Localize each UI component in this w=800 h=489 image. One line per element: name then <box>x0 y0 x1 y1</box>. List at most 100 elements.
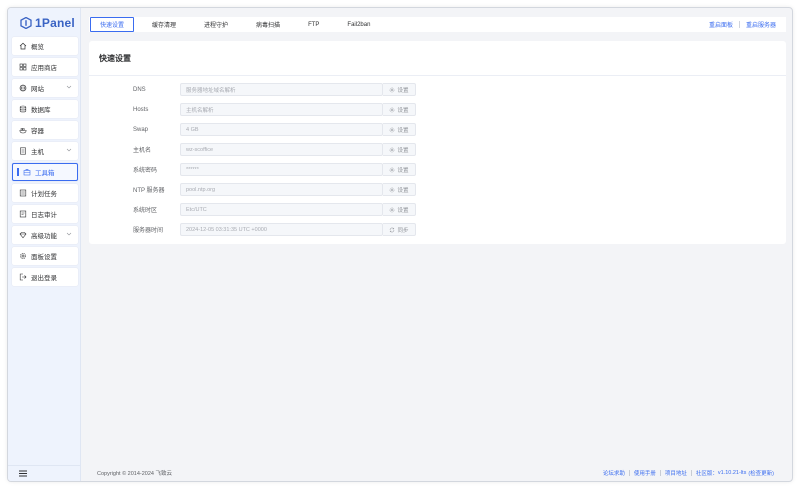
sidebar-item-logout[interactable]: 退出登录 <box>12 268 78 286</box>
sidebar-item-container[interactable]: 容器 <box>12 121 78 139</box>
tab-virus-scan[interactable]: 病毒扫描 <box>246 17 290 32</box>
timezone-settings-button[interactable]: 设置 <box>383 203 416 216</box>
setting-label: Hosts <box>133 106 149 113</box>
sidebar: 1Panel 概览 应用商店 网站 数据库 容器 主机 工具箱 计划任务 日志审… <box>8 8 81 481</box>
button-label: 设置 <box>397 147 409 154</box>
sidebar-item-label: 面板设置 <box>31 254 57 261</box>
sidebar-item-toolbox[interactable]: 工具箱 <box>12 163 78 181</box>
sidebar-item-label: 高级功能 <box>31 233 57 240</box>
list-icon <box>19 189 27 197</box>
setting-label: Swap <box>133 126 149 133</box>
logout-icon <box>19 273 27 281</box>
diamond-icon <box>19 231 27 239</box>
setting-label: 系统时区 <box>133 208 158 214</box>
toolbox-icon <box>23 168 31 176</box>
tab-supervisor[interactable]: 进程守护 <box>194 17 238 32</box>
setting-row-hostname: 主机名 wz-scoffice 设置 <box>89 143 786 156</box>
docs-link[interactable]: 使用手册 <box>634 469 656 477</box>
divider <box>628 470 630 476</box>
setting-row-ntp: NTP 服务器 pool.ntp.org 设置 <box>89 183 786 196</box>
swap-field: 4 GB <box>180 123 383 136</box>
sidebar-item-app-store[interactable]: 应用商店 <box>12 58 78 76</box>
sidebar-item-cron[interactable]: 计划任务 <box>12 184 78 202</box>
card-title: 快速设置 <box>99 54 131 63</box>
sidebar-item-label: 数据库 <box>31 107 51 114</box>
edition-label: 社区版： <box>695 471 718 477</box>
forum-link[interactable]: 论坛求助 <box>603 469 625 477</box>
ntp-settings-button[interactable]: 设置 <box>383 183 416 196</box>
sidebar-item-label: 退出登录 <box>31 275 57 282</box>
sidebar-item-label: 日志审计 <box>31 212 57 219</box>
setting-label: 服务器时间 <box>133 228 164 234</box>
hosts-settings-button[interactable]: 设置 <box>383 103 416 116</box>
copyright-text: Copyright © 2014-2024 飞致云 <box>97 471 172 477</box>
tab-ftp[interactable]: FTP <box>298 17 329 32</box>
restart-panel-link[interactable]: 重启面板 <box>709 20 733 29</box>
footer-links: 论坛求助 使用手册 项目地址 社区版： v1.10.21-lts (检查更新) <box>603 469 786 477</box>
logo[interactable]: 1Panel <box>8 11 80 35</box>
sync-time-button[interactable]: 同步 <box>383 223 416 236</box>
gear-icon <box>19 252 27 260</box>
setting-label: DNS <box>133 86 146 93</box>
server-time-field: 2024-12-05 03:31:35 UTC +0000 <box>180 223 383 236</box>
button-label: 设置 <box>397 107 409 114</box>
ntp-field: pool.ntp.org <box>180 183 383 196</box>
setting-row-swap: Swap 4 GB 设置 <box>89 123 786 136</box>
divider <box>690 470 692 476</box>
sidebar-item-label: 主机 <box>31 149 44 156</box>
password-settings-button[interactable]: 设置 <box>383 163 416 176</box>
sidebar-item-label: 概览 <box>31 44 44 51</box>
tab-cache-clean[interactable]: 缓存清理 <box>142 17 186 32</box>
sidebar-item-database[interactable]: 数据库 <box>12 100 78 118</box>
gear-icon <box>389 107 395 113</box>
setting-label: 主机名 <box>133 148 152 154</box>
hostname-settings-button[interactable]: 设置 <box>383 143 416 156</box>
sidebar-item-advanced[interactable]: 高级功能 <box>12 226 78 244</box>
sync-icon <box>389 227 395 233</box>
sidebar-item-label: 应用商店 <box>31 65 57 72</box>
sidebar-nav: 概览 应用商店 网站 数据库 容器 主机 工具箱 计划任务 日志审计 高级功能 … <box>8 37 80 286</box>
sidebar-item-label: 工具箱 <box>35 170 55 177</box>
hostname-field: wz-scoffice <box>180 143 383 156</box>
divider <box>738 21 740 28</box>
sidebar-item-label: 容器 <box>31 128 44 135</box>
sidebar-item-overview[interactable]: 概览 <box>12 37 78 55</box>
setting-row-dns: DNS 服务器地址域名解析 设置 <box>89 83 786 96</box>
server-icon <box>19 147 27 155</box>
tab-fail2ban[interactable]: Fail2ban <box>337 17 380 32</box>
setting-row-server-time: 服务器时间 2024-12-05 03:31:35 UTC +0000 同步 <box>89 223 786 236</box>
setting-label: NTP 服务器 <box>133 188 165 194</box>
sidebar-item-logs[interactable]: 日志审计 <box>12 205 78 223</box>
sidebar-item-settings[interactable]: 面板设置 <box>12 247 78 265</box>
check-update-link[interactable]: (检查更新) <box>748 469 774 477</box>
divider <box>659 470 661 476</box>
database-icon <box>19 105 27 113</box>
sidebar-collapse-toggle[interactable] <box>8 465 80 481</box>
logo-text: 1Panel <box>35 16 75 30</box>
chevron-down-icon <box>66 232 72 236</box>
button-label: 设置 <box>397 207 409 214</box>
gear-icon <box>389 87 395 93</box>
version-text: v1.10.21-lts <box>717 470 747 476</box>
home-icon <box>19 42 27 50</box>
logo-icon <box>20 17 32 29</box>
topbar-actions: 重启面板 重启服务器 <box>709 20 786 29</box>
button-label: 同步 <box>397 227 409 234</box>
menu-icon <box>19 470 27 477</box>
setting-row-timezone: 系统时区 Etc/UTC 设置 <box>89 203 786 216</box>
sidebar-item-label: 计划任务 <box>31 191 57 198</box>
swap-settings-button[interactable]: 设置 <box>383 123 416 136</box>
chevron-down-icon <box>66 85 72 89</box>
sidebar-item-website[interactable]: 网站 <box>12 79 78 97</box>
gear-icon <box>389 147 395 153</box>
restart-server-link[interactable]: 重启服务器 <box>746 20 776 29</box>
button-label: 设置 <box>397 167 409 174</box>
toolbox-tabbar: 快速设置 缓存清理 进程守护 病毒扫描 FTP Fail2ban 重启面板 重启… <box>89 17 786 32</box>
grid-icon <box>19 63 27 71</box>
sidebar-item-label: 网站 <box>31 86 44 93</box>
project-link[interactable]: 项目地址 <box>665 469 687 477</box>
app-window: 1Panel 概览 应用商店 网站 数据库 容器 主机 工具箱 计划任务 日志审… <box>7 7 793 482</box>
dns-settings-button[interactable]: 设置 <box>383 83 416 96</box>
sidebar-item-host[interactable]: 主机 <box>12 142 78 160</box>
tab-quick-settings[interactable]: 快速设置 <box>90 17 135 32</box>
